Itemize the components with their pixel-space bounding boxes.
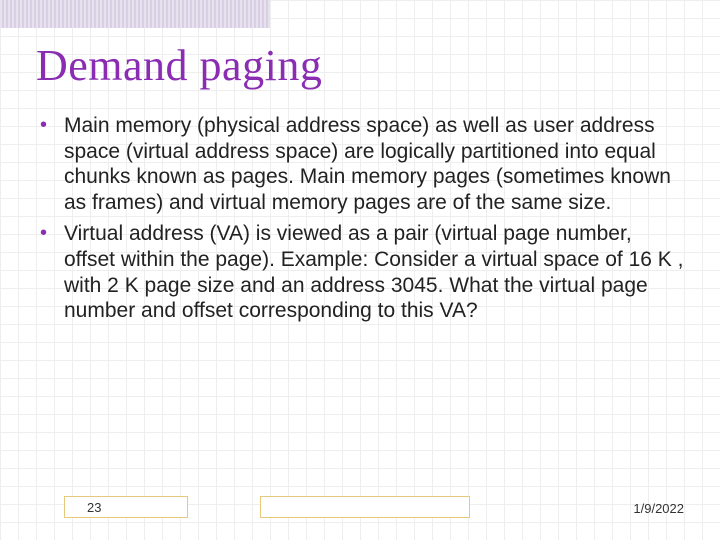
slide-footer: 23 1/9/2022 (0, 492, 720, 518)
list-item: Main memory (physical address space) as … (58, 113, 684, 215)
footer-page-box: 23 (64, 496, 188, 518)
page-number: 23 (87, 500, 101, 515)
footer-center-box (260, 496, 470, 518)
footer-date: 1/9/2022 (633, 501, 684, 516)
list-item: Virtual address (VA) is viewed as a pair… (58, 221, 684, 323)
bullet-list: Main memory (physical address space) as … (36, 113, 684, 324)
slide-content: Demand paging Main memory (physical addr… (0, 0, 720, 540)
slide-title: Demand paging (36, 40, 684, 91)
